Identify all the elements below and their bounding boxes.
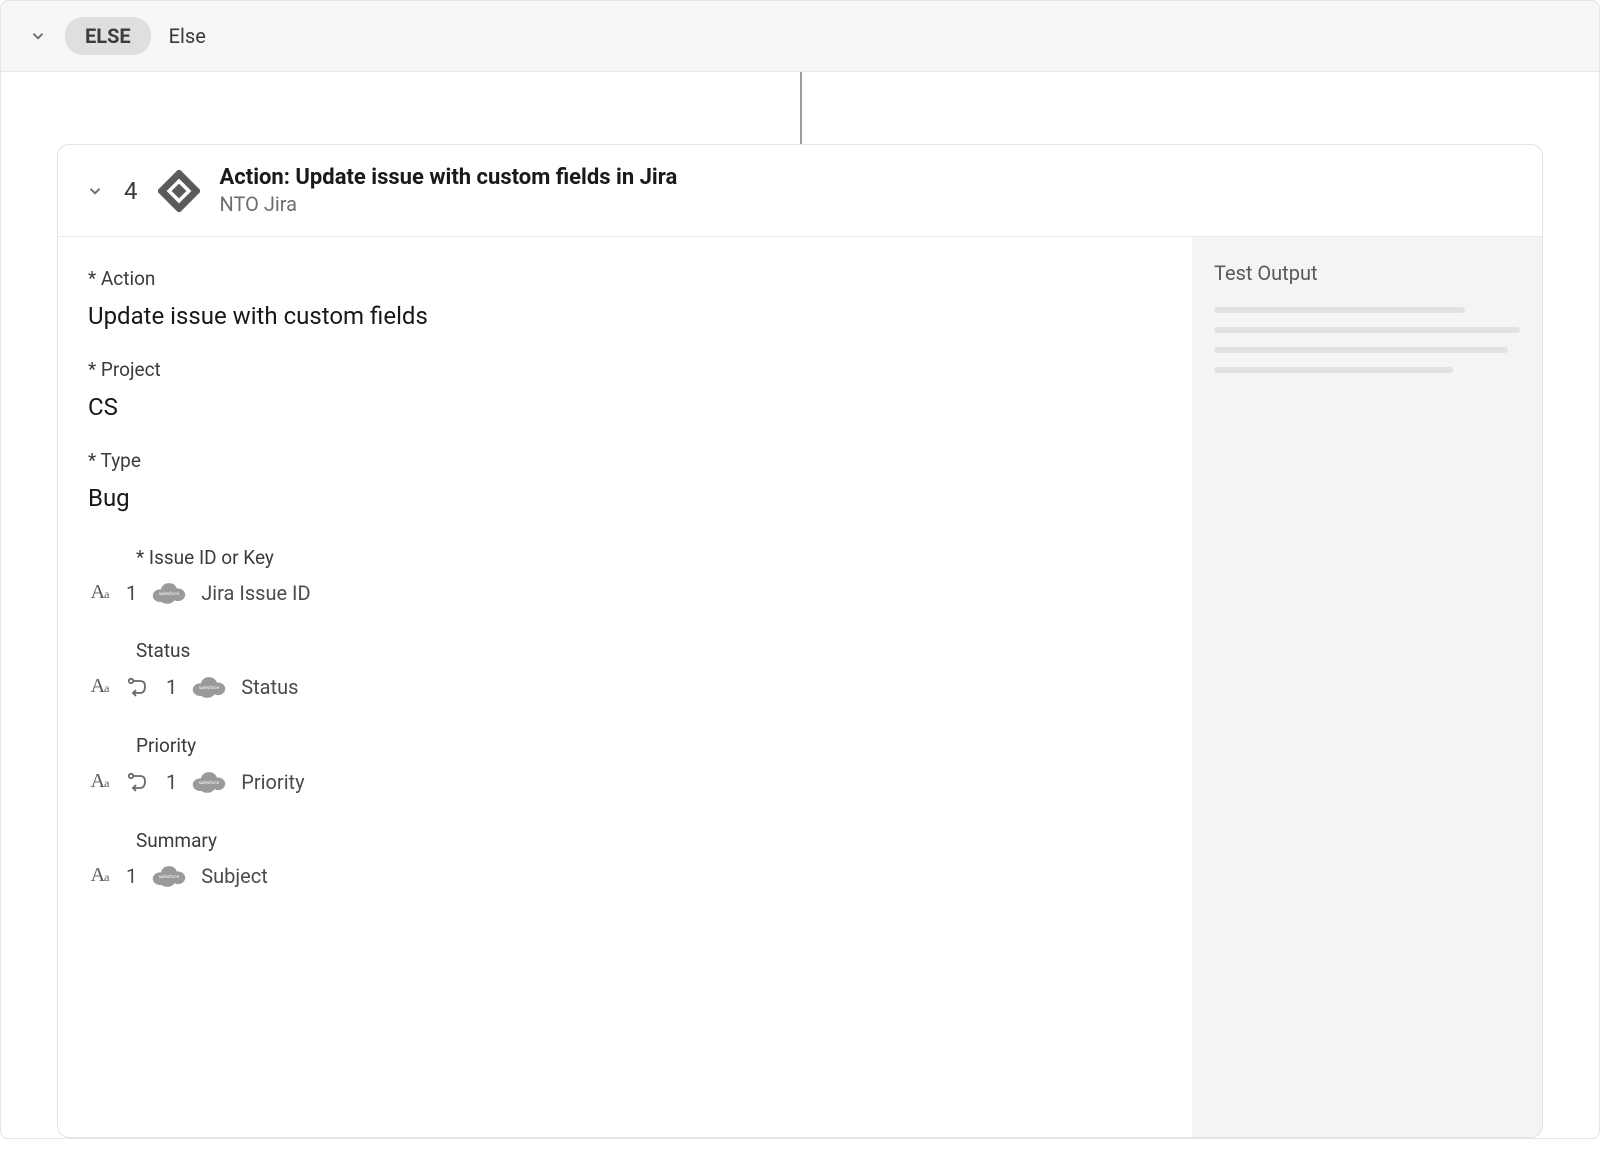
field-label: * Action (88, 267, 1162, 290)
card-subtitle: NTO Jira (220, 192, 678, 216)
action-card: 4 Action: Update issue with custom field… (57, 144, 1543, 1138)
card-title-wrap: Action: Update issue with custom fields … (220, 165, 678, 216)
field-value[interactable]: CS (88, 393, 1162, 421)
salesforce-icon: salesforce (151, 864, 187, 888)
field-summary: Summary Aa 1 salesforce Subject (136, 829, 1162, 888)
connector-line (800, 72, 802, 144)
field-label: Priority (136, 734, 1162, 757)
step-ref-number: 1 (166, 675, 177, 699)
action-card-header[interactable]: 4 Action: Update issue with custom field… (58, 145, 1542, 237)
config-pane: * Action Update issue with custom fields… (58, 237, 1192, 1137)
else-pill: ELSE (65, 17, 151, 55)
mapped-value-row[interactable]: Aa 1 salesforce Jira Issue ID (88, 581, 1162, 605)
field-type: * Type Bug (88, 449, 1162, 512)
test-output-title: Test Output (1214, 261, 1520, 285)
flow-path-icon (126, 769, 152, 795)
field-action: * Action Update issue with custom fields (88, 267, 1162, 330)
chevron-down-icon[interactable] (86, 182, 104, 200)
salesforce-icon: salesforce (191, 770, 227, 794)
mapped-field-name: Status (241, 675, 298, 699)
salesforce-icon: salesforce (191, 675, 227, 699)
field-status: Status Aa 1 salesforce Status (136, 639, 1162, 700)
skeleton-line (1214, 347, 1508, 353)
text-type-icon: Aa (88, 770, 112, 794)
mapped-field-name: Jira Issue ID (201, 581, 310, 605)
connector-area (1, 72, 1599, 144)
skeleton-line (1214, 307, 1465, 313)
test-output-pane: Test Output (1192, 237, 1542, 1137)
skeleton-line (1214, 367, 1453, 373)
step-ref-number: 1 (126, 581, 137, 605)
field-value[interactable]: Update issue with custom fields (88, 302, 1162, 330)
mapped-value-row[interactable]: Aa 1 salesforce Status (88, 674, 1162, 700)
mapped-value-row[interactable]: Aa 1 salesforce Priority (88, 769, 1162, 795)
field-label: * Issue ID or Key (136, 546, 1162, 569)
text-type-icon: Aa (88, 581, 112, 605)
jira-icon (158, 170, 200, 212)
flow-step-container: ELSE Else 4 Action: Update issue with cu… (0, 0, 1600, 1139)
step-ref-number: 1 (166, 770, 177, 794)
field-priority: Priority Aa 1 salesforce Priority (136, 734, 1162, 795)
field-value[interactable]: Bug (88, 484, 1162, 512)
field-label: * Project (88, 358, 1162, 381)
flow-path-icon (126, 674, 152, 700)
field-project: * Project CS (88, 358, 1162, 421)
mapped-field-name: Subject (201, 864, 268, 888)
else-branch-header[interactable]: ELSE Else (1, 1, 1599, 72)
step-number: 4 (124, 177, 138, 205)
skeleton-line (1214, 327, 1520, 333)
step-ref-number: 1 (126, 864, 137, 888)
text-type-icon: Aa (88, 864, 112, 888)
card-body: * Action Update issue with custom fields… (58, 237, 1542, 1137)
salesforce-icon: salesforce (151, 581, 187, 605)
chevron-down-icon[interactable] (29, 27, 47, 45)
field-issue-id: * Issue ID or Key Aa 1 salesforce Jira I… (136, 546, 1162, 605)
card-title: Action: Update issue with custom fields … (220, 165, 678, 190)
mapped-value-row[interactable]: Aa 1 salesforce Subject (88, 864, 1162, 888)
else-label: Else (169, 24, 206, 48)
field-label: Summary (136, 829, 1162, 852)
field-label: Status (136, 639, 1162, 662)
mapped-field-name: Priority (241, 770, 304, 794)
text-type-icon: Aa (88, 675, 112, 699)
field-label: * Type (88, 449, 1162, 472)
